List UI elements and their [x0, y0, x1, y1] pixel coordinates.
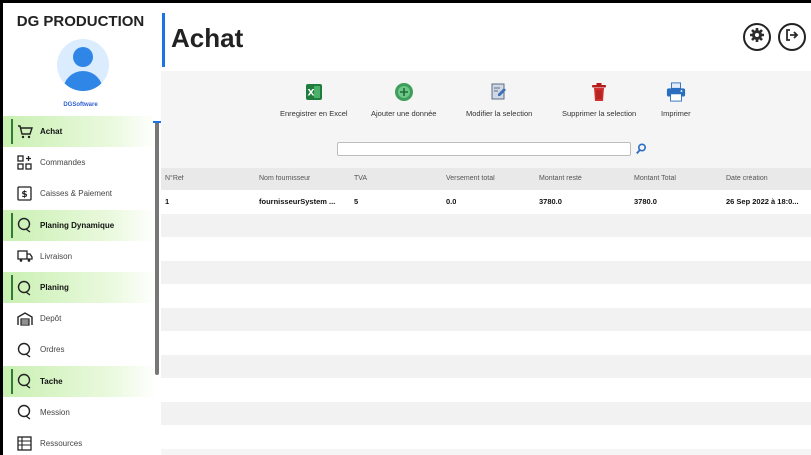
logout-button[interactable]: [778, 23, 806, 51]
title-accent-bar: [162, 13, 165, 67]
empty-row: [161, 260, 811, 284]
edit-button[interactable]: Modifier la selection: [466, 81, 532, 118]
logout-icon: [784, 27, 800, 48]
chat-icon: [16, 280, 33, 296]
empty-row: [161, 331, 811, 355]
table-cell: 26 Sep 2022 à 18:0...: [726, 197, 799, 206]
column-header[interactable]: TVA: [354, 175, 367, 182]
avatar-head: [73, 47, 93, 67]
column-header[interactable]: Montant Total: [634, 175, 676, 182]
data-table: N°Ref Nom fournisseur TVA Versement tota…: [161, 168, 811, 455]
empty-row: [161, 401, 811, 425]
sidebar-item-caisses[interactable]: $ Caisses & Paiement: [3, 178, 156, 209]
add-icon: [394, 81, 414, 103]
chat-icon: [16, 217, 33, 233]
table-cell: fournisseurSystem ...: [259, 197, 336, 206]
trash-icon: [589, 81, 609, 103]
sidebar-item-label: Planing Dynamique: [40, 220, 115, 230]
column-header[interactable]: Versement total: [446, 175, 495, 182]
toolbar-label: Ajouter une donnée: [371, 109, 437, 118]
dollar-icon: $: [16, 186, 33, 202]
main-content: X Enregistrer en Excel Ajouter une donné…: [161, 71, 811, 455]
toolbar-label: Enregistrer en Excel: [280, 109, 348, 118]
toolbar-label: Supprimer la selection: [562, 109, 637, 118]
toolbar-label: Imprimer: [661, 109, 691, 118]
sidebar-item-label: Planing: [40, 283, 69, 293]
sidebar: DG PRODUCTION DGSoftware Achat Commandes: [3, 3, 159, 455]
empty-row: [161, 378, 811, 402]
sidebar-item-label: Caisses & Paiement: [40, 189, 113, 199]
empty-row: [161, 425, 811, 449]
sidebar-item-planing[interactable]: Planing: [3, 271, 156, 304]
grid-plus-icon: [16, 155, 33, 171]
sidebar-item-label: Tache: [40, 376, 63, 386]
truck-icon: [16, 248, 33, 264]
gear-icon: [749, 27, 765, 48]
table-cell: 0.0: [446, 197, 457, 206]
column-header[interactable]: Montant resté: [539, 175, 582, 182]
sidebar-menu: Achat Commandes $ Caisses & Paiement Pla…: [3, 116, 156, 455]
empty-row: [161, 284, 811, 308]
header: Achat: [158, 3, 811, 69]
table-header: N°Ref Nom fournisseur TVA Versement tota…: [161, 168, 811, 190]
sidebar-scrollbar[interactable]: [155, 121, 159, 375]
edit-icon: [489, 81, 509, 103]
page-title: Achat: [171, 23, 244, 53]
sidebar-item-commandes[interactable]: Commandes: [3, 147, 156, 178]
avatar[interactable]: [57, 39, 109, 91]
sidebar-accent-mark: [153, 121, 161, 123]
sidebar-item-ressources[interactable]: Ressources: [3, 428, 156, 455]
sidebar-item-ordres[interactable]: Ordres: [3, 334, 156, 365]
sidebar-item-label: Livraison: [40, 251, 73, 261]
sidebar-item-label: Ressources: [40, 438, 83, 448]
sidebar-item-label: Commandes: [40, 158, 86, 168]
sidebar-item-label: Ordres: [40, 345, 65, 355]
svg-text:X: X: [307, 89, 314, 99]
column-header[interactable]: Date création: [726, 175, 768, 182]
brand-name: DG PRODUCTION: [16, 13, 145, 30]
export-excel-button[interactable]: X Enregistrer en Excel: [280, 81, 348, 118]
empty-row: [161, 354, 811, 378]
table-cell: 1: [165, 197, 170, 206]
column-header[interactable]: Nom fournisseur: [259, 175, 310, 182]
empty-row: [161, 237, 811, 261]
sidebar-item-depot[interactable]: Depôt: [3, 303, 156, 334]
printer-icon: [666, 81, 686, 103]
search-icon[interactable]: [635, 142, 647, 156]
sidebar-item-label: Achat: [40, 127, 63, 137]
avatar-body: [63, 71, 103, 91]
cart-icon: [16, 124, 33, 140]
sidebar-item-mession[interactable]: Mession: [3, 397, 156, 428]
svg-text:$: $: [21, 190, 27, 200]
warehouse-icon: [16, 311, 33, 327]
table-icon: [16, 435, 33, 451]
sidebar-item-livraison[interactable]: Livraison: [3, 241, 156, 272]
brand-subtitle: DGSoftware: [63, 102, 98, 108]
app-window: DG PRODUCTION DGSoftware Achat Commandes: [3, 3, 811, 455]
settings-button[interactable]: [743, 23, 771, 51]
table-cell: 5: [354, 197, 359, 206]
sidebar-item-achat[interactable]: Achat: [3, 116, 156, 148]
table-row[interactable]: 1 fournisseurSystem ... 5 0.0 3780.0 378…: [161, 190, 811, 214]
table-cell: 3780.0: [539, 197, 562, 206]
empty-row: [161, 213, 811, 237]
sidebar-item-tache[interactable]: Tache: [3, 365, 156, 397]
sidebar-item-label: Mession: [40, 407, 70, 417]
table-body: 1 fournisseurSystem ... 5 0.0 3780.0 378…: [161, 190, 811, 449]
delete-button[interactable]: Supprimer la selection: [562, 81, 636, 118]
toolbar: X Enregistrer en Excel Ajouter une donné…: [161, 71, 811, 129]
empty-row: [161, 307, 811, 331]
excel-icon: X: [304, 81, 324, 103]
print-button[interactable]: Imprimer: [661, 81, 691, 118]
column-header[interactable]: N°Ref: [165, 175, 184, 182]
table-cell: 3780.0: [634, 197, 657, 206]
search-input[interactable]: [337, 142, 631, 156]
add-button[interactable]: Ajouter une donnée: [371, 81, 436, 118]
chat-icon: [16, 373, 33, 389]
toolbar-label: Modifier la selection: [466, 109, 533, 118]
sidebar-item-label: Depôt: [40, 314, 62, 324]
chat-icon: [16, 404, 33, 420]
chat-icon: [16, 342, 33, 358]
sidebar-item-planing-dynamique[interactable]: Planing Dynamique: [3, 209, 156, 241]
